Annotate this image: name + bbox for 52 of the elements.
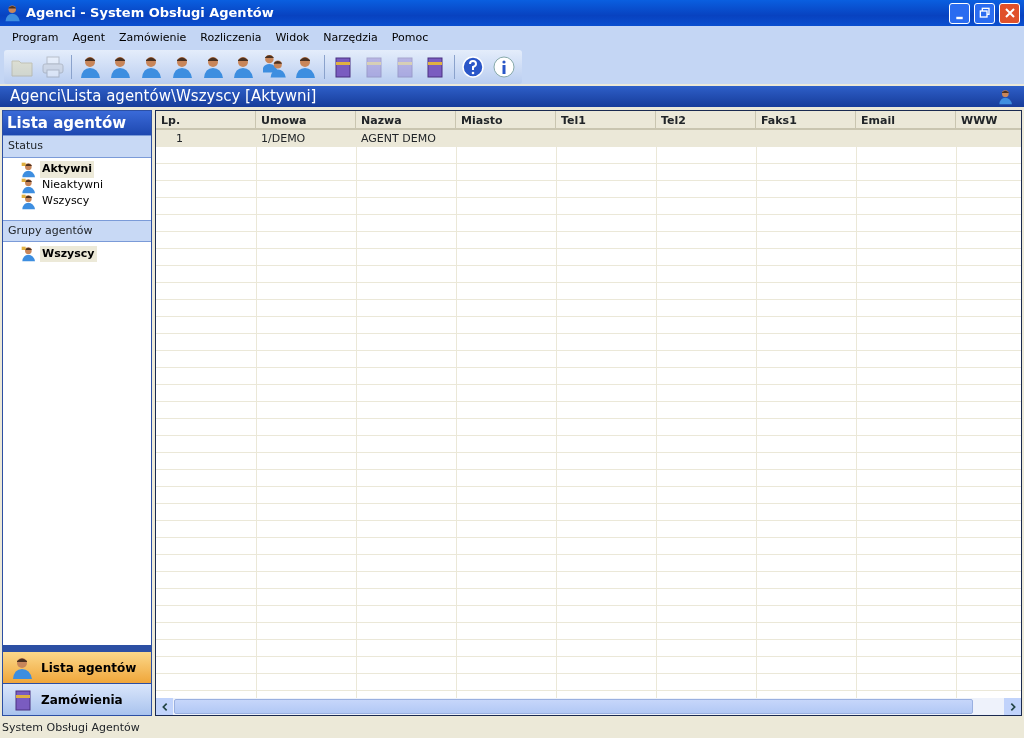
status-item[interactable]: Wszyscy	[21, 193, 151, 210]
info-icon	[491, 55, 516, 79]
person-icon	[170, 55, 195, 79]
minimize-icon	[955, 15, 964, 20]
menu-item[interactable]: Zamówienie	[113, 27, 193, 49]
app-icon	[4, 4, 22, 22]
minimize-button[interactable]	[949, 2, 970, 24]
people-button[interactable]	[262, 54, 288, 80]
menu-item[interactable]: Rozliczenia	[194, 27, 268, 49]
section-header: Grupy agentów	[3, 219, 151, 242]
menu-item[interactable]: Narzędzia	[317, 27, 384, 49]
horizontal-scrollbar[interactable]	[156, 698, 1021, 715]
person-icon	[201, 55, 226, 79]
printer-icon	[41, 55, 66, 79]
status-item[interactable]: Nieaktywni	[21, 177, 151, 194]
person-icon	[21, 177, 37, 194]
person-icon	[78, 55, 103, 79]
person-icon	[21, 246, 37, 262]
status-text: System Obsługi Agentów	[2, 721, 140, 734]
person-button[interactable]	[201, 54, 226, 80]
splitter-grip[interactable]	[3, 645, 151, 651]
table-cell-text: AGENT DEMO	[360, 131, 437, 147]
menu-item[interactable]: Widok	[269, 27, 316, 49]
help-icon	[461, 55, 486, 79]
person-icon	[21, 161, 37, 178]
scroll-left-button[interactable]	[156, 698, 173, 715]
person-icon	[998, 88, 1014, 105]
status-item[interactable]: Wszyscy	[21, 246, 151, 262]
breadcrumb-path: Agenci\Lista agentów\Wszyscy [Aktywni]	[10, 86, 317, 108]
nav-button[interactable]: Lista agentów	[3, 651, 151, 683]
section-header: Status	[3, 135, 151, 158]
close-button[interactable]	[999, 2, 1020, 24]
person-button[interactable]	[293, 54, 318, 80]
help-button[interactable]	[460, 54, 486, 80]
table-row[interactable]: 1 1/DEMO AGENT DEMO	[156, 130, 1021, 147]
sidebar-title: Lista agentów	[3, 111, 151, 135]
scroll-thumb[interactable]	[174, 699, 973, 714]
menu-item[interactable]: Agent	[66, 27, 111, 49]
people-icon	[262, 55, 287, 79]
person-icon	[11, 655, 35, 680]
scroll-right-button[interactable]	[1004, 698, 1021, 715]
person-icon	[21, 193, 37, 210]
restore-button[interactable]	[974, 2, 995, 24]
menu-item[interactable]: Program	[6, 27, 65, 49]
table-cell-text: 1/DEMO	[260, 131, 307, 147]
window-title: Agenci - System Obsługi Agentów	[26, 4, 274, 23]
person-icon	[293, 55, 318, 79]
info-button[interactable]	[491, 54, 517, 80]
status-item[interactable]: Aktywni	[21, 161, 151, 178]
table-cell-text: 1	[175, 131, 184, 147]
menu-item[interactable]: Pomoc	[385, 27, 435, 49]
nav-button[interactable]: Zamówienia	[3, 683, 151, 715]
